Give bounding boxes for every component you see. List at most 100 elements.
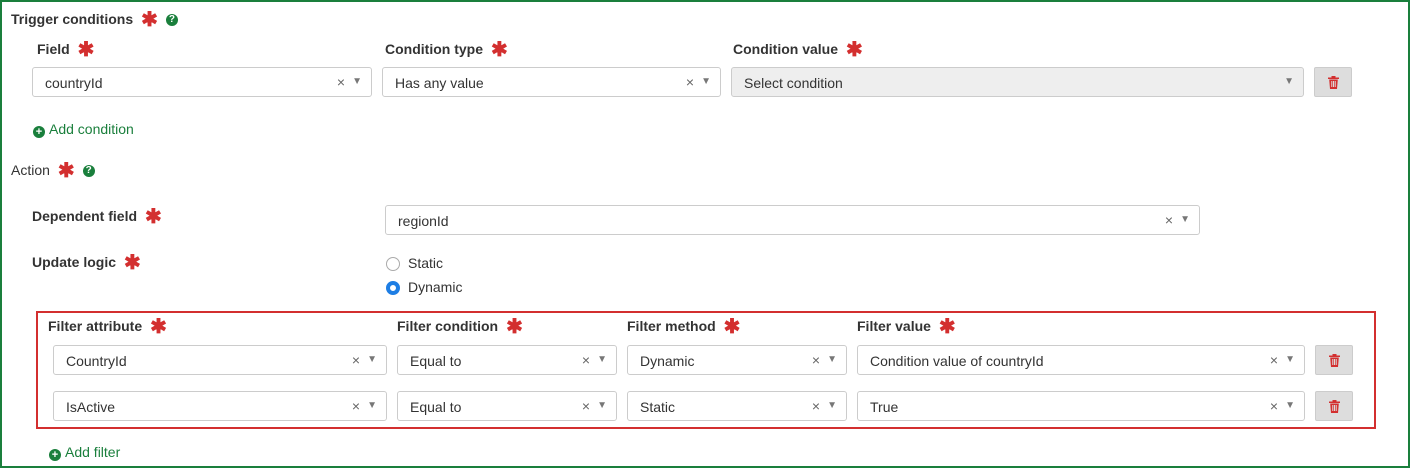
filter-method-value: Dynamic [640,353,695,369]
radio-static-label: Static [408,255,444,271]
add-condition-link[interactable]: + Add condition [33,121,134,138]
required-mark: ✱ [938,316,956,339]
caret-down-icon[interactable]: ▼ [1180,214,1190,225]
field-label-text: Field [37,41,70,57]
caret-down-icon[interactable]: ▼ [367,354,377,365]
add-filter-link[interactable]: + Add filter [49,444,120,461]
filter-method-column-label: Filter method ✱ [627,317,740,337]
filter-value-value: Condition value of countryId [870,353,1044,369]
delete-filter-button[interactable] [1315,391,1353,421]
condition-type-column-label: Condition type ✱ [385,40,508,60]
filter-condition-select[interactable]: Equal to × ▼ [397,391,617,421]
clear-icon[interactable]: × [352,398,360,414]
filter-attribute-value: CountryId [66,353,127,369]
update-logic-label-text: Update logic [32,254,117,270]
dependent-field-label: Dependent field ✱ [32,207,162,227]
filter-condition-value: Equal to [410,353,462,369]
required-mark: ✱ [723,316,741,339]
condition-type-select[interactable]: Has any value × ▼ [382,67,721,97]
clear-icon[interactable]: × [582,398,590,414]
filter-condition-value: Equal to [410,399,462,415]
filter-method-label-text: Filter method [627,318,716,334]
clear-icon[interactable]: × [1270,398,1278,414]
trash-icon [1329,354,1340,367]
filter-attribute-label-text: Filter attribute [48,318,143,334]
trigger-conditions-heading: Trigger conditions ✱? [11,10,178,30]
action-heading: Action ✱? [11,161,95,181]
filter-method-select[interactable]: Static × ▼ [627,391,847,421]
caret-down-icon[interactable]: ▼ [352,76,362,87]
filter-value-value: True [870,399,899,415]
caret-down-icon[interactable]: ▼ [597,354,607,365]
caret-down-icon[interactable]: ▼ [1285,400,1295,411]
required-mark: ✱ [145,206,162,229]
field-select-value: countryId [45,75,103,91]
delete-filter-button[interactable] [1315,345,1353,375]
required-mark: ✱ [77,39,95,62]
clear-icon[interactable]: × [1165,212,1173,228]
filter-attribute-value: IsActive [66,399,116,415]
caret-down-icon[interactable]: ▼ [701,76,711,87]
dependent-field-select[interactable]: regionId × ▼ [385,205,1200,235]
clear-icon[interactable]: × [1270,352,1278,368]
required-mark: ✱ [491,39,508,62]
plus-circle-icon: + [33,126,45,138]
radio-circle[interactable] [386,257,400,271]
condition-value-placeholder: Select condition [744,75,843,91]
action-title: Action [11,162,50,178]
filter-method-value: Static [640,399,676,415]
filter-value-select[interactable]: Condition value of countryId × ▼ [857,345,1305,375]
plus-circle-icon: + [49,449,61,461]
caret-down-icon[interactable]: ▼ [1284,76,1294,87]
required-mark: ✱ [506,316,523,339]
radio-dynamic[interactable]: Dynamic [386,279,462,295]
required-mark: ✱ [150,316,167,339]
update-logic-label: Update logic ✱ [32,253,141,273]
caret-down-icon[interactable]: ▼ [827,400,837,411]
caret-down-icon[interactable]: ▼ [597,400,607,411]
filter-condition-column-label: Filter condition ✱ [397,317,523,337]
condition-type-select-value: Has any value [395,75,484,91]
filter-value-column-label: Filter value ✱ [857,317,956,337]
help-icon[interactable]: ? [165,14,178,27]
caret-down-icon[interactable]: ▼ [827,354,837,365]
required-mark: ✱ [141,9,158,32]
add-filter-label: Add filter [65,444,121,460]
condition-type-label-text: Condition type [385,41,483,57]
caret-down-icon[interactable]: ▼ [367,400,377,411]
required-mark: ✱ [57,160,75,183]
condition-value-label-text: Condition value [733,41,838,57]
dependent-field-value: regionId [398,213,449,229]
delete-condition-button[interactable] [1314,67,1352,97]
field-select[interactable]: countryId × ▼ [32,67,372,97]
radio-static[interactable]: Static [386,255,443,271]
filter-attribute-select[interactable]: CountryId × ▼ [53,345,387,375]
clear-icon[interactable]: × [812,398,820,414]
clear-icon[interactable]: × [352,352,360,368]
filter-condition-select[interactable]: Equal to × ▼ [397,345,617,375]
clear-icon[interactable]: × [337,74,345,90]
filter-value-select[interactable]: True × ▼ [857,391,1305,421]
trash-icon [1328,76,1339,89]
clear-icon[interactable]: × [812,352,820,368]
filter-value-label-text: Filter value [857,318,931,334]
filter-method-select[interactable]: Dynamic × ▼ [627,345,847,375]
radio-circle-selected[interactable] [386,281,400,295]
condition-value-select[interactable]: Select condition ▼ [731,67,1304,97]
required-mark: ✱ [846,39,863,62]
add-condition-label: Add condition [49,121,134,137]
clear-icon[interactable]: × [582,352,590,368]
trash-icon [1329,400,1340,413]
clear-icon[interactable]: × [686,74,694,90]
condition-value-column-label: Condition value ✱ [733,40,863,60]
filter-attribute-select[interactable]: IsActive × ▼ [53,391,387,421]
filter-attribute-column-label: Filter attribute ✱ [48,317,167,337]
trigger-conditions-title: Trigger conditions [11,11,134,27]
radio-dynamic-label: Dynamic [408,279,463,295]
required-mark: ✱ [124,252,141,275]
field-column-label: Field ✱ [37,40,94,60]
dependent-field-label-text: Dependent field [32,208,138,224]
filter-condition-label-text: Filter condition [397,318,499,334]
caret-down-icon[interactable]: ▼ [1285,354,1295,365]
help-icon[interactable]: ? [82,165,95,178]
